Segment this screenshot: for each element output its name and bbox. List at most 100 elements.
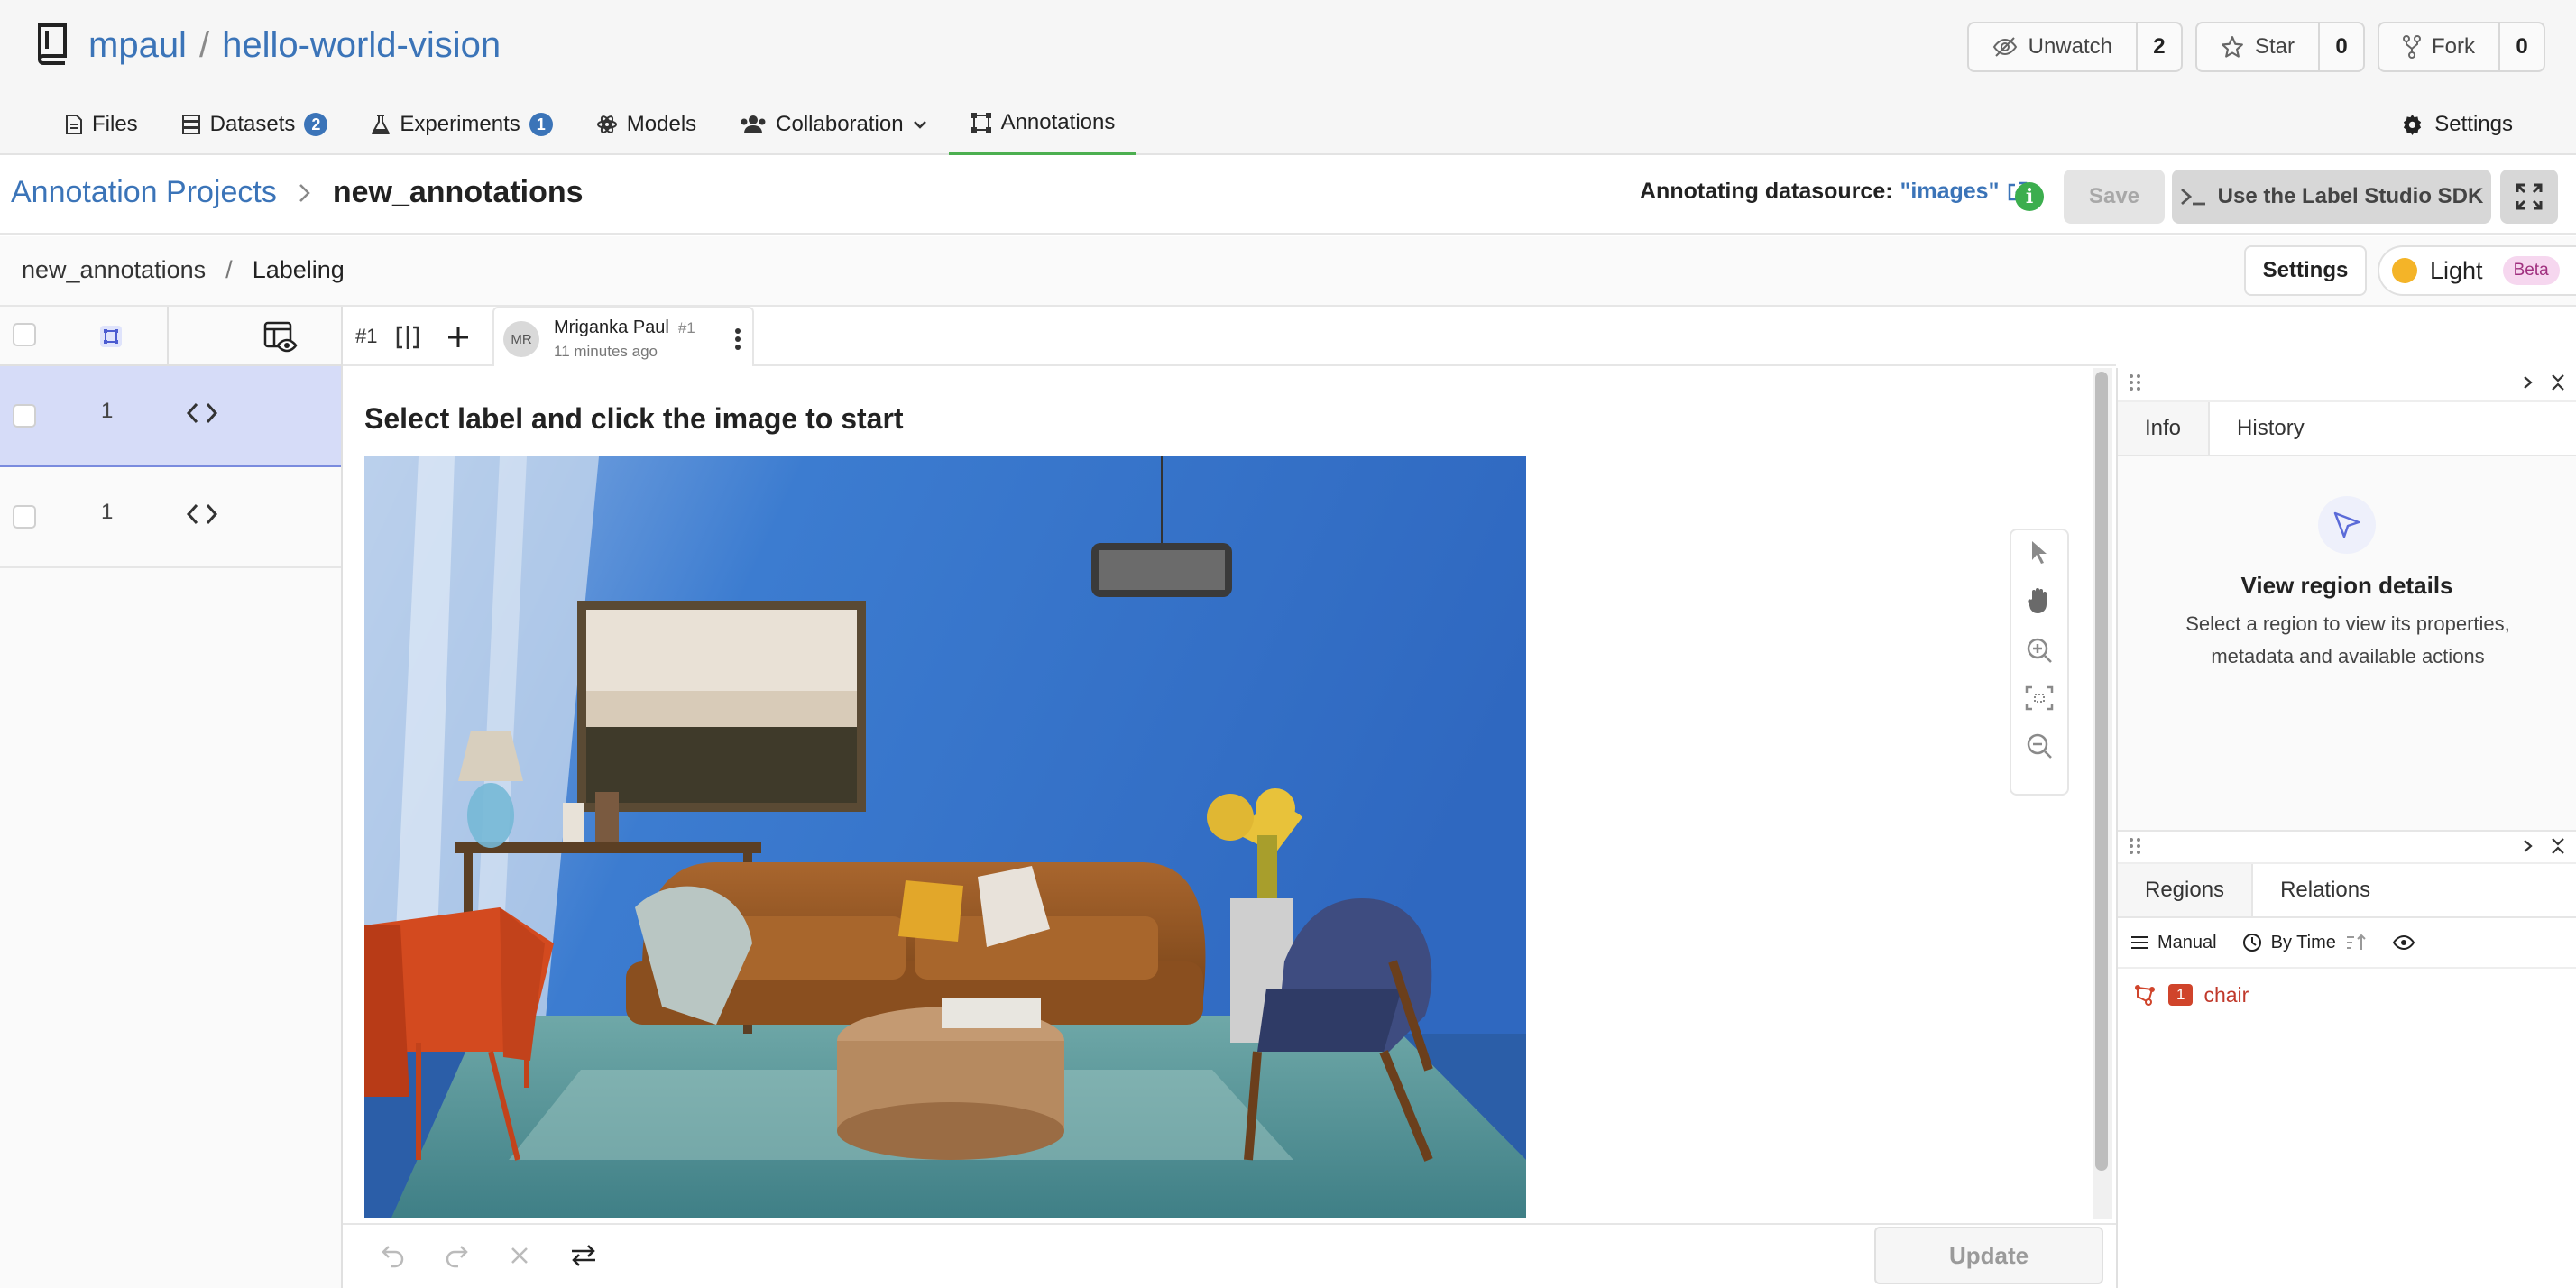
region-label: chair (2203, 982, 2249, 1007)
datasets-count-badge: 2 (304, 113, 328, 136)
tab-annotations[interactable]: Annotations (948, 94, 1137, 155)
annotation-number: #1 (677, 319, 695, 336)
labeling-breadcrumb-project[interactable]: new_annotations (22, 256, 206, 284)
label-studio-sdk-button[interactable]: Use the Label Studio SDK (2172, 170, 2491, 224)
task-row[interactable]: 1 (0, 366, 341, 467)
tab-history[interactable]: History (2210, 402, 2332, 455)
zoom-out-icon[interactable] (2026, 732, 2053, 759)
more-vertical-icon[interactable] (731, 327, 745, 352)
star-button[interactable]: Star 0 (2194, 22, 2365, 72)
chevron-right-icon[interactable] (2522, 837, 2535, 855)
save-button[interactable]: Save (2064, 170, 2165, 224)
chevron-down-icon (913, 121, 926, 129)
info-tabs: Info History (2118, 402, 2576, 456)
unwatch-count[interactable]: 2 (2138, 23, 2181, 70)
star-icon (2222, 36, 2243, 58)
scrollbar-thumb[interactable] (2095, 372, 2108, 1171)
tab-regions[interactable]: Regions (2118, 864, 2254, 916)
polygon-region-icon (2135, 985, 2155, 1006)
collapse-icon[interactable] (2551, 837, 2565, 855)
drag-handle-icon[interactable] (2129, 837, 2141, 855)
task-list-header (0, 307, 341, 366)
repo-name-link[interactable]: hello-world-vision (222, 25, 501, 66)
tab-experiments-label: Experiments (400, 112, 520, 136)
select-all-checkbox[interactable] (13, 323, 36, 346)
tab-settings-label: Settings (2434, 112, 2513, 136)
labeling-footer: Update (343, 1223, 2116, 1288)
file-icon (66, 115, 82, 134)
labeling-settings-button[interactable]: Settings (2244, 245, 2367, 296)
region-details-description: Select a region to view its properties, … (2185, 612, 2510, 667)
sun-icon (2392, 258, 2417, 283)
clock-icon (2242, 934, 2261, 952)
datasource-link[interactable]: "images" (1900, 179, 2000, 205)
region-details-title: View region details (2240, 572, 2453, 599)
tab-files-label: Files (92, 112, 138, 136)
repo-book-icon (38, 23, 67, 65)
sdk-button-label: Use the Label Studio SDK (2217, 184, 2484, 208)
add-annotation-icon[interactable] (446, 325, 471, 350)
fork-label: Fork (2432, 34, 2475, 59)
task-row[interactable]: 1 (0, 467, 341, 568)
task-row-checkbox[interactable] (13, 505, 36, 529)
tab-relations[interactable]: Relations (2253, 864, 2397, 916)
clear-icon[interactable] (507, 1243, 532, 1268)
datasource-info: Annotating datasource: "images" (1640, 179, 2028, 205)
region-index: 1 (2168, 984, 2194, 1006)
tab-info[interactable]: Info (2118, 402, 2211, 455)
drag-handle-icon[interactable] (2129, 373, 2141, 391)
tab-datasets[interactable]: Datasets 2 (160, 94, 350, 155)
group-manual-button[interactable]: Manual (2130, 933, 2217, 953)
swap-icon[interactable] (570, 1243, 597, 1268)
task-id: #1 (355, 325, 378, 347)
update-button[interactable]: Update (1874, 1227, 2103, 1284)
eye-slash-icon (1992, 37, 2017, 57)
star-label: Star (2254, 34, 2295, 59)
eye-icon[interactable] (2392, 934, 2415, 952)
tab-collaboration[interactable]: Collaboration (718, 94, 948, 155)
image-canvas[interactable] (364, 456, 1526, 1218)
tab-models[interactable]: Models (575, 94, 718, 155)
undo-icon[interactable] (381, 1243, 406, 1268)
pointer-icon[interactable] (2029, 539, 2050, 565)
sort-by-time-button[interactable]: By Time (2242, 933, 2367, 953)
theme-toggle[interactable]: Light Beta (2378, 245, 2576, 296)
info-panel-header (2118, 368, 2576, 402)
canvas-scrollbar[interactable] (2093, 368, 2112, 1219)
code-icon (186, 402, 218, 424)
model-icon (596, 115, 617, 133)
task-row-checkbox[interactable] (13, 404, 36, 428)
tab-experiments[interactable]: Experiments 1 (349, 94, 574, 155)
compare-icon[interactable] (395, 325, 420, 350)
region-item[interactable]: 1 chair (2118, 969, 2576, 1021)
tab-files[interactable]: Files (43, 94, 160, 155)
hand-pan-icon[interactable] (2027, 586, 2052, 615)
unwatch-button[interactable]: Unwatch 2 (1966, 22, 2183, 72)
collapse-icon[interactable] (2551, 373, 2565, 391)
repo-separator: / (198, 24, 210, 65)
repo-owner-link[interactable]: mpaul (88, 25, 187, 66)
gear-icon (2404, 114, 2422, 135)
users-icon (741, 115, 766, 133)
repo-nav-tabs: Files Datasets 2 Experiments 1 Models Co… (43, 94, 1137, 155)
tab-settings[interactable]: Settings (2402, 94, 2513, 155)
redo-icon[interactable] (444, 1243, 469, 1268)
labeling-workspace: #1 MR Mriganka Paul #1 11 minutes ago Sel… (343, 307, 2116, 1288)
zoom-in-icon[interactable] (2026, 637, 2053, 664)
database-icon (181, 115, 200, 134)
star-count[interactable]: 0 (2320, 23, 2363, 70)
experiments-count-badge: 1 (529, 113, 553, 136)
fullscreen-button[interactable] (2500, 170, 2558, 224)
fork-button[interactable]: Fork 0 (2378, 22, 2545, 72)
sort-order-icon[interactable] (2345, 934, 2367, 952)
annotation-tab[interactable]: MR Mriganka Paul #1 11 minutes ago (492, 307, 754, 366)
terminal-icon (2180, 188, 2205, 206)
breadcrumb-annotation-projects[interactable]: Annotation Projects (11, 175, 277, 210)
info-icon[interactable]: i (2015, 182, 2044, 211)
labeling-breadcrumb: new_annotations / Labeling (22, 256, 345, 284)
chevron-right-icon[interactable] (2522, 373, 2535, 391)
column-visibility-icon[interactable] (263, 321, 299, 354)
fork-count[interactable]: 0 (2500, 23, 2544, 70)
column-divider (167, 307, 169, 366)
zoom-to-fit-icon[interactable] (2025, 685, 2054, 711)
